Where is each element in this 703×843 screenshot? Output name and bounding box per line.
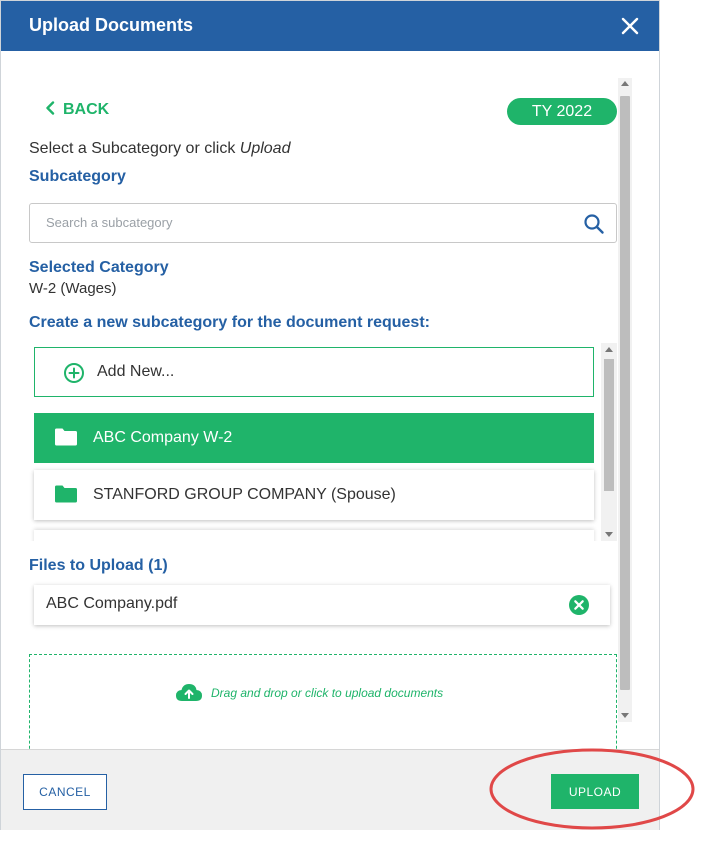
list-item[interactable]: STANFORD GROUP COMPANY (Spouse) (34, 470, 594, 520)
modal-header: Upload Documents (1, 1, 659, 51)
back-button[interactable]: BACK (45, 101, 109, 119)
plus-circle-icon (63, 362, 85, 389)
scroll-down-arrow-icon[interactable] (621, 713, 629, 718)
scrollbar-thumb[interactable] (620, 96, 630, 690)
list-item-label: STANFORD GROUP COMPANY (Spouse) (93, 486, 396, 503)
instruction-text: Select a Subcategory or click Upload (29, 140, 290, 158)
add-new-subcategory-button[interactable]: Add New... (34, 347, 594, 397)
list-item[interactable]: ABC Company W-2 (34, 413, 594, 463)
add-new-label: Add New... (97, 363, 175, 380)
file-name: ABC Company.pdf (46, 595, 178, 612)
cloud-upload-icon (176, 684, 202, 701)
instruction-emphasis: Upload (239, 140, 291, 157)
subcategory-search-input[interactable] (44, 214, 568, 231)
subcategory-label: Subcategory (29, 168, 126, 185)
modal-scrollbar[interactable] (618, 78, 632, 722)
scroll-up-arrow-icon[interactable] (605, 347, 613, 352)
close-icon (621, 17, 639, 35)
upload-documents-modal: Upload Documents BACK TY 2022 Select a S… (0, 0, 660, 830)
list-scrollbar-thumb[interactable] (604, 359, 614, 491)
modal-title: Upload Documents (29, 15, 194, 35)
upload-dropzone[interactable]: Drag and drop or click to upload documen… (29, 654, 617, 749)
subcategory-search (29, 203, 617, 243)
chevron-left-icon (46, 101, 55, 115)
tax-year-badge: TY 2022 (507, 98, 617, 125)
dropzone-content: Drag and drop or click to upload documen… (175, 682, 443, 702)
scroll-down-arrow-icon[interactable] (605, 532, 613, 537)
folder-icon (54, 485, 78, 508)
scroll-up-arrow-icon[interactable] (621, 81, 629, 86)
folder-icon (54, 428, 78, 451)
dropzone-text: Drag and drop or click to upload documen… (211, 686, 444, 700)
cancel-button[interactable]: CANCEL (23, 774, 107, 810)
selected-category-value: W-2 (Wages) (29, 280, 117, 297)
remove-file-button[interactable] (568, 594, 590, 621)
modal-body: BACK TY 2022 Select a Subcategory or cli… (1, 51, 659, 749)
selected-category-label: Selected Category (29, 259, 169, 276)
back-label: BACK (63, 101, 110, 118)
list-item-partial[interactable] (34, 530, 594, 541)
search-icon[interactable] (583, 213, 605, 240)
list-scrollbar[interactable] (601, 343, 617, 541)
subcategory-list: Add New... ABC Company W-2 STANFORD GROU… (29, 343, 617, 541)
files-to-upload-label: Files to Upload (1) (29, 557, 168, 574)
annotation-highlight-ellipse (489, 748, 695, 830)
instruction-prefix: Select a Subcategory or click (29, 140, 240, 157)
file-row: ABC Company.pdf (34, 585, 610, 625)
list-item-label: ABC Company W-2 (93, 429, 233, 446)
close-button[interactable] (619, 15, 641, 37)
remove-x-circle-icon (569, 595, 589, 615)
create-subcategory-label: Create a new subcategory for the documen… (29, 314, 430, 331)
